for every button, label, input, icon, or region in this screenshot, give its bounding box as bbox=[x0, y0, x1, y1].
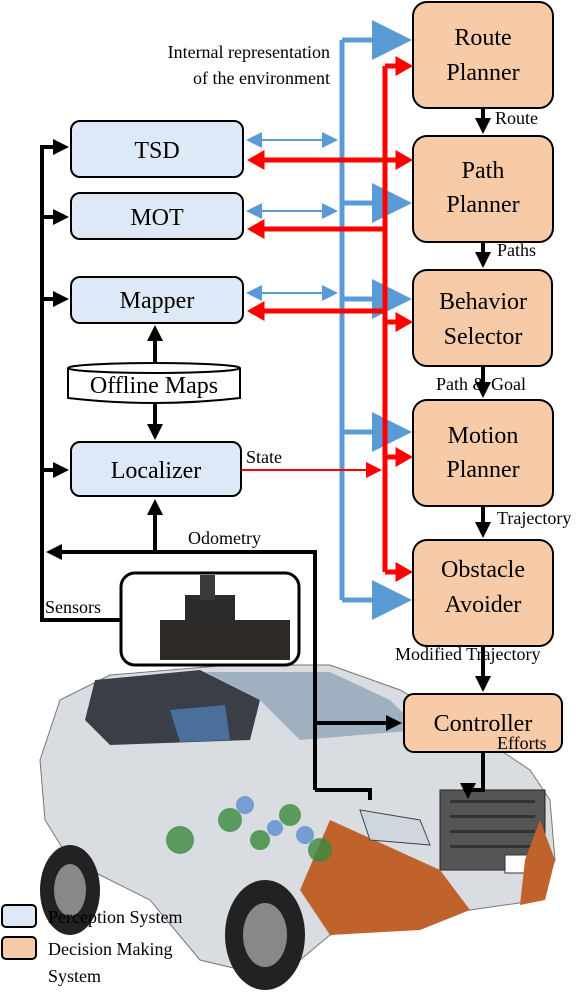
obstacle-avoider-label-2: Avoider bbox=[445, 592, 522, 618]
route-planner-label-2: Planner bbox=[446, 60, 519, 86]
perception-system: TSD MOT Mapper Offline Maps Localizer bbox=[67, 120, 244, 497]
offline-maps-database: Offline Maps bbox=[67, 362, 241, 404]
localizer-box: Localizer bbox=[70, 441, 242, 497]
legend-decision-label-1: Decision Making bbox=[48, 939, 172, 959]
route-label: Route bbox=[495, 108, 538, 128]
mot-box: MOT bbox=[70, 192, 244, 240]
legend-swatch-decision bbox=[1, 936, 37, 960]
route-planner-box: Route Planner bbox=[412, 1, 554, 109]
odometry-label: Odometry bbox=[188, 528, 261, 548]
trajectory-label: Trajectory bbox=[497, 508, 571, 528]
obstacle-avoider-label-1: Obstacle bbox=[441, 557, 525, 583]
efforts-label: Efforts bbox=[497, 733, 547, 753]
mot-label: MOT bbox=[130, 205, 184, 231]
path-planner-box: Path Planner bbox=[412, 135, 554, 243]
legend: Perception System Decision Making System bbox=[1, 904, 182, 986]
path-planner-label-1: Path bbox=[462, 158, 505, 184]
legend-perception-label: Perception System bbox=[48, 907, 182, 927]
behavior-selector-label-1: Behavior bbox=[439, 289, 527, 315]
path-planner-label-2: Planner bbox=[446, 192, 519, 218]
architecture-diagram: TSD MOT Mapper Offline Maps Localizer Ro… bbox=[1, 1, 571, 990]
route-planner-label-1: Route bbox=[454, 25, 511, 51]
motion-planner-label-2: Planner bbox=[446, 457, 519, 483]
sensors-label: Sensors bbox=[45, 597, 101, 617]
motion-planner-label-1: Motion bbox=[448, 423, 519, 449]
state-label: State bbox=[246, 447, 282, 467]
mapper-label: Mapper bbox=[120, 288, 195, 314]
tsd-label: TSD bbox=[134, 138, 179, 164]
tsd-box: TSD bbox=[70, 120, 244, 178]
mapper-box: Mapper bbox=[70, 276, 244, 324]
offline-maps-label: Offline Maps bbox=[90, 373, 218, 399]
behavior-selector-label-2: Selector bbox=[444, 324, 523, 350]
path-goal-label: Path & Goal bbox=[436, 374, 526, 394]
behavior-selector-box: Behavior Selector bbox=[412, 269, 553, 367]
red-feedback-bus bbox=[241, 56, 413, 582]
caption-line-2: of the environment bbox=[193, 68, 330, 88]
obstacle-avoider-box: Obstacle Avoider bbox=[412, 539, 554, 647]
caption-line-1: Internal representation bbox=[168, 42, 330, 62]
paths-label: Paths bbox=[497, 240, 536, 260]
modified-trajectory-label: Modified Trajectory bbox=[395, 644, 541, 664]
localizer-label: Localizer bbox=[111, 458, 202, 484]
legend-decision-label-2: System bbox=[48, 966, 101, 986]
legend-swatch-perception bbox=[1, 904, 37, 928]
motion-planner-box: Motion Planner bbox=[412, 399, 554, 507]
